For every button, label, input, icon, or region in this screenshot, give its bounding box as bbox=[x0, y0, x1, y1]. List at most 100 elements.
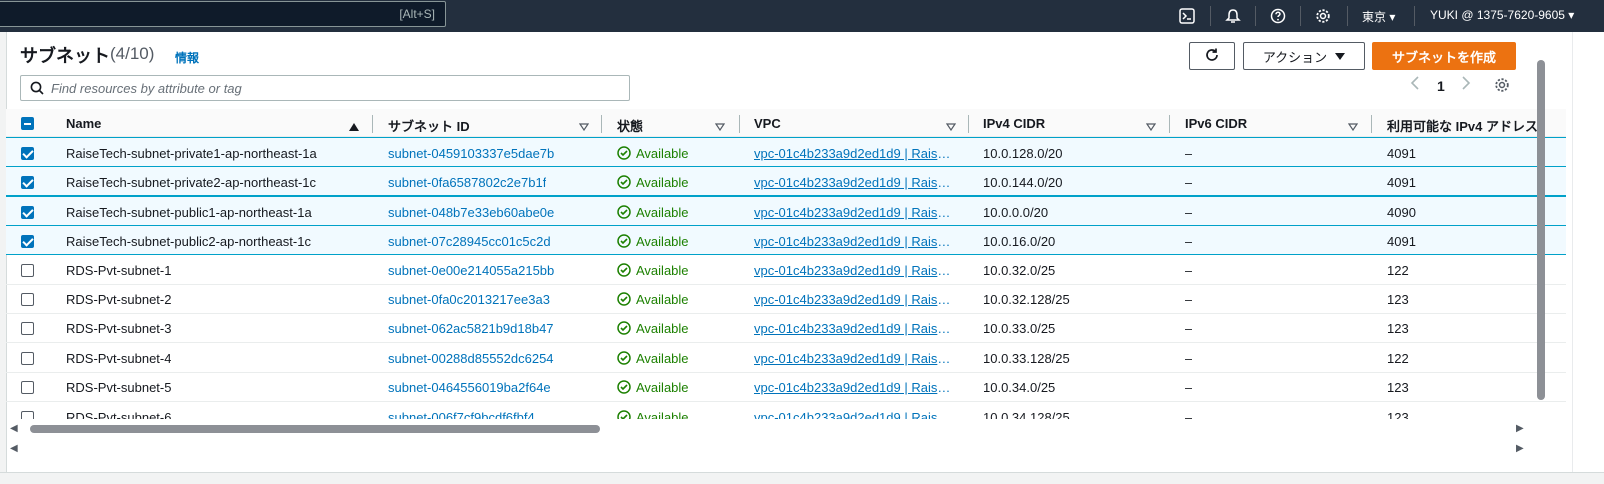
cell-available-ipv4: 123 bbox=[1387, 380, 1409, 396]
cell-available-ipv4: 122 bbox=[1387, 350, 1409, 366]
row-checkbox[interactable] bbox=[21, 293, 34, 306]
column-header-ipv4-cidr[interactable]: IPv4 CIDR bbox=[983, 116, 1045, 131]
cloudshell-icon[interactable] bbox=[1176, 5, 1198, 27]
cell-subnet-id[interactable]: subnet-048b7e33eb60abe0e bbox=[388, 205, 554, 220]
filter-input[interactable] bbox=[51, 79, 611, 97]
region-selector[interactable]: 東京 ▾ bbox=[1362, 8, 1395, 25]
column-divider[interactable] bbox=[968, 115, 969, 133]
cell-vpc[interactable]: vpc-01c4b233a9d2ed1d9 | RaiseTech-vpc bbox=[754, 175, 954, 190]
cell-available-ipv4: 4091 bbox=[1387, 146, 1416, 161]
scroll-left-arrow-icon[interactable]: ◀ bbox=[10, 443, 18, 454]
cell-ipv4-cidr: 10.0.128.0/20 bbox=[983, 146, 1063, 161]
table-row[interactable]: RaiseTech-subnet-private2-ap-northeast-1… bbox=[6, 166, 1566, 197]
table-row[interactable]: RaiseTech-subnet-private1-ap-northeast-1… bbox=[6, 137, 1566, 167]
next-page-button[interactable] bbox=[1461, 76, 1471, 93]
cell-ipv6-cidr: – bbox=[1185, 234, 1193, 250]
cell-vpc[interactable]: vpc-01c4b233a9d2ed1d9 | RaiseTech-vpc bbox=[754, 380, 954, 395]
table-row[interactable]: RDS-Pvt-subnet-1 subnet-0e00e214055a215bb… bbox=[6, 255, 1566, 285]
column-divider[interactable] bbox=[372, 115, 373, 133]
sort-icon[interactable] bbox=[1145, 118, 1157, 136]
settings-icon[interactable] bbox=[1312, 5, 1334, 27]
refresh-button[interactable] bbox=[1189, 42, 1235, 70]
row-checkbox[interactable] bbox=[21, 381, 34, 395]
search-icon bbox=[30, 81, 44, 100]
cell-vpc[interactable]: vpc-01c4b233a9d2ed1d9 | RaiseTech-vpc bbox=[754, 292, 954, 307]
previous-page-button[interactable] bbox=[1410, 76, 1420, 93]
select-all-checkbox[interactable] bbox=[21, 117, 34, 130]
nav-divider bbox=[1347, 6, 1348, 26]
account-menu[interactable]: YUKI @ 1375-7620-9605 ▾ bbox=[1430, 8, 1574, 22]
column-header-state[interactable]: 状態 bbox=[617, 116, 643, 135]
cell-subnet-id[interactable]: subnet-006f7cf9bcdf6fbf4 bbox=[388, 410, 535, 419]
cell-vpc[interactable]: vpc-01c4b233a9d2ed1d9 | RaiseTech-vpc bbox=[754, 321, 954, 336]
column-header-subnet-id[interactable]: サブネット ID bbox=[388, 116, 470, 135]
nav-divider bbox=[1414, 6, 1415, 26]
cell-vpc[interactable]: vpc-01c4b233a9d2ed1d9 | RaiseTech-vpc bbox=[754, 351, 954, 366]
preferences-gear-icon[interactable] bbox=[1494, 77, 1510, 96]
table-row[interactable]: RDS-Pvt-subnet-4 subnet-00288d85552dc6254… bbox=[6, 343, 1566, 373]
row-checkbox[interactable] bbox=[21, 235, 34, 249]
scroll-right-arrow-icon[interactable]: ▶ bbox=[1516, 443, 1524, 454]
cell-subnet-id[interactable]: subnet-0e00e214055a215bb bbox=[388, 263, 554, 278]
sort-icon[interactable] bbox=[1347, 118, 1359, 136]
vertical-scroll-thumb[interactable] bbox=[1537, 60, 1545, 400]
cell-vpc[interactable]: vpc-01c4b233a9d2ed1d9 | RaiseTech-vpc bbox=[754, 146, 954, 161]
scroll-right-arrow-icon[interactable]: ▶ bbox=[1516, 423, 1524, 434]
cell-subnet-id[interactable]: subnet-0464556019ba2f64e bbox=[388, 380, 551, 395]
global-search[interactable]: [Alt+S] bbox=[0, 1, 446, 27]
scroll-left-arrow-icon[interactable]: ◀ bbox=[10, 423, 18, 434]
cell-vpc[interactable]: vpc-01c4b233a9d2ed1d9 | RaiseTech-vpc bbox=[754, 263, 954, 278]
row-checkbox[interactable] bbox=[21, 263, 34, 277]
cell-subnet-id[interactable]: subnet-0fa0c2013217ee3a3 bbox=[388, 292, 550, 307]
cell-ipv6-cidr: – bbox=[1185, 204, 1193, 220]
table-row[interactable]: RDS-Pvt-subnet-6 subnet-006f7cf9bcdf6fbf4… bbox=[6, 402, 1566, 419]
cell-vpc[interactable]: vpc-01c4b233a9d2ed1d9 | RaiseTech-vpc bbox=[754, 205, 954, 220]
actions-dropdown-button[interactable]: アクション bbox=[1243, 42, 1365, 70]
column-divider[interactable] bbox=[601, 115, 602, 133]
cell-subnet-id[interactable]: subnet-0459103337e5dae7b bbox=[388, 146, 554, 161]
cell-subnet-id[interactable]: subnet-062ac5821b9d18b47 bbox=[388, 321, 554, 336]
cell-ipv4-cidr: 10.0.144.0/20 bbox=[983, 175, 1063, 191]
row-checkbox[interactable] bbox=[21, 322, 34, 336]
actions-label: アクション bbox=[1262, 49, 1328, 65]
column-divider[interactable] bbox=[739, 115, 740, 133]
table-row[interactable]: RaiseTech-subnet-public1-ap-northeast-1a… bbox=[6, 195, 1566, 226]
sort-icon[interactable] bbox=[945, 118, 957, 136]
cell-state: Available bbox=[636, 350, 689, 366]
cell-vpc[interactable]: vpc-01c4b233a9d2ed1d9 | RaiseTech-vpc bbox=[754, 234, 954, 249]
cell-ipv4-cidr: 10.0.34.128/25 bbox=[983, 409, 1070, 419]
table-row[interactable]: RDS-Pvt-subnet-5 subnet-0464556019ba2f64e… bbox=[6, 372, 1566, 403]
column-header-available-ipv4[interactable]: 利用可能な IPv4 アドレス bbox=[1387, 116, 1538, 135]
column-header-vpc[interactable]: VPC bbox=[754, 116, 781, 131]
column-divider[interactable] bbox=[1169, 115, 1170, 133]
sort-ascending-icon[interactable] bbox=[349, 118, 359, 136]
row-checkbox[interactable] bbox=[21, 351, 34, 365]
info-link[interactable]: 情報 bbox=[175, 49, 199, 66]
cell-ipv6-cidr: – bbox=[1185, 409, 1193, 419]
table-row[interactable]: RaiseTech-subnet-public2-ap-northeast-1c… bbox=[6, 225, 1566, 256]
search-shortcut-hint: [Alt+S] bbox=[399, 7, 435, 21]
sort-icon[interactable] bbox=[578, 118, 590, 136]
cell-vpc[interactable]: vpc-01c4b233a9d2ed1d9 | RaiseTech-vpc bbox=[754, 410, 954, 419]
current-page[interactable]: 1 bbox=[1437, 78, 1445, 94]
cell-subnet-id[interactable]: subnet-00288d85552dc6254 bbox=[388, 351, 554, 366]
column-header-name[interactable]: Name bbox=[66, 116, 101, 131]
row-checkbox[interactable] bbox=[21, 147, 34, 160]
notifications-icon[interactable] bbox=[1222, 5, 1244, 27]
help-icon[interactable] bbox=[1267, 5, 1289, 27]
horizontal-scrollbar[interactable]: ◀ ▶ bbox=[6, 420, 1526, 434]
horizontal-scroll-thumb[interactable] bbox=[30, 425, 600, 433]
row-checkbox[interactable] bbox=[21, 410, 34, 419]
table-row[interactable]: RDS-Pvt-subnet-2 subnet-0fa0c2013217ee3a3… bbox=[6, 284, 1566, 314]
cell-subnet-id[interactable]: subnet-0fa6587802c2e7b1f bbox=[388, 175, 546, 190]
column-divider[interactable] bbox=[1371, 115, 1372, 133]
table-row[interactable]: RDS-Pvt-subnet-3 subnet-062ac5821b9d18b47… bbox=[6, 313, 1566, 344]
row-checkbox[interactable] bbox=[21, 205, 34, 219]
sort-icon[interactable] bbox=[714, 118, 726, 136]
cell-subnet-id[interactable]: subnet-07c28945cc01c5c2d bbox=[388, 234, 551, 249]
create-subnet-button[interactable]: サブネットを作成 bbox=[1372, 42, 1516, 70]
column-header-ipv6-cidr[interactable]: IPv6 CIDR bbox=[1185, 116, 1247, 131]
cell-name: RDS-Pvt-subnet-5 bbox=[66, 380, 172, 396]
row-checkbox[interactable] bbox=[21, 176, 34, 190]
cell-ipv4-cidr: 10.0.34.0/25 bbox=[983, 380, 1056, 396]
